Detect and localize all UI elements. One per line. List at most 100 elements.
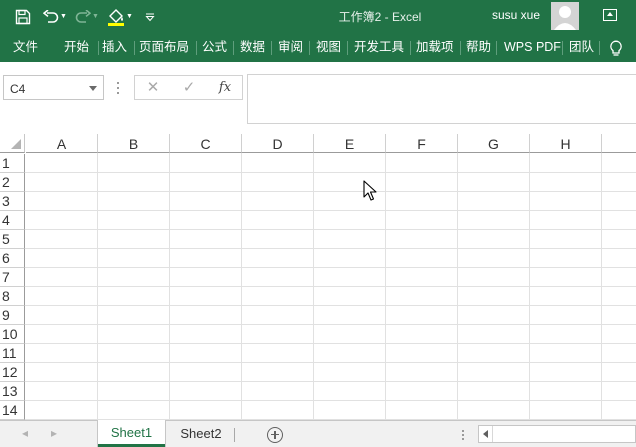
- lightbulb-icon[interactable]: [609, 40, 623, 57]
- tab-divider: [98, 41, 99, 55]
- column-header-h[interactable]: H: [530, 134, 602, 153]
- gridline: [25, 305, 636, 306]
- column-header-f[interactable]: F: [386, 134, 458, 153]
- redo-icon: [75, 9, 92, 23]
- gridline: [25, 362, 636, 363]
- undo-dropdown-icon[interactable]: ▼: [60, 13, 67, 20]
- save-button[interactable]: [8, 0, 38, 33]
- tab-formulas[interactable]: 公式: [202, 33, 227, 62]
- tab-view[interactable]: 视图: [316, 33, 341, 62]
- row-header[interactable]: 11: [0, 344, 25, 363]
- select-all-triangle-icon: [11, 139, 21, 149]
- row-header[interactable]: 9: [0, 306, 25, 325]
- row-header[interactable]: 10: [0, 325, 25, 344]
- column-header-c[interactable]: C: [170, 134, 242, 153]
- horizontal-scrollbar[interactable]: [478, 425, 636, 443]
- column-header-a[interactable]: A: [26, 134, 98, 153]
- row-header[interactable]: 7: [0, 268, 25, 287]
- tab-wps-pdf[interactable]: WPS PDF: [504, 33, 561, 62]
- row-header[interactable]: 3: [0, 192, 25, 211]
- user-avatar-icon: [554, 6, 576, 30]
- gridline: [25, 210, 636, 211]
- confirm-entry-button[interactable]: ✓: [177, 78, 201, 98]
- gridline: [529, 153, 530, 420]
- tab-team[interactable]: 团队: [569, 33, 594, 62]
- name-box[interactable]: C4: [3, 75, 104, 100]
- gridline: [25, 248, 636, 249]
- redo-button[interactable]: ▼: [72, 0, 102, 33]
- save-icon: [15, 9, 31, 24]
- tab-page-layout[interactable]: 页面布局: [139, 33, 189, 62]
- worksheet-grid[interactable]: A B C D E F G H 1 2 3 4 5 6 7 8 9 10 11 …: [0, 134, 636, 420]
- row-header[interactable]: 14: [0, 401, 25, 420]
- formula-input[interactable]: [247, 74, 636, 124]
- row-header[interactable]: 8: [0, 287, 25, 306]
- undo-button[interactable]: ▼: [40, 0, 70, 33]
- gridline: [313, 153, 314, 420]
- user-name[interactable]: susu xue: [492, 8, 540, 22]
- scroll-left-arrow-icon[interactable]: [479, 426, 493, 442]
- tab-home[interactable]: 开始: [64, 33, 89, 62]
- sheet-tab-bar: ◂ ▸ Sheet1 Sheet2: [0, 420, 636, 447]
- tab-divider: [134, 41, 135, 55]
- tab-data[interactable]: 数据: [240, 33, 265, 62]
- ribbon-display-options-icon[interactable]: [603, 9, 617, 21]
- tab-divider: [271, 41, 272, 55]
- sheet-tab-divider: [234, 428, 235, 442]
- tab-add-ins[interactable]: 加载项: [416, 33, 454, 62]
- tab-divider: [496, 41, 497, 55]
- gridline: [169, 153, 170, 420]
- row-header[interactable]: 5: [0, 230, 25, 249]
- title-bar: ▼ ▼ ▼ 工作簿2 - Excel susu xue: [0, 0, 636, 33]
- row-header[interactable]: 13: [0, 382, 25, 401]
- scrollbar-resize-handle[interactable]: [462, 430, 464, 442]
- row-header[interactable]: 1: [0, 154, 25, 173]
- column-header-d[interactable]: D: [242, 134, 314, 153]
- fill-color-button[interactable]: ▼: [104, 0, 136, 33]
- column-header-g[interactable]: G: [458, 134, 530, 153]
- column-header-b[interactable]: B: [98, 134, 170, 153]
- tab-help[interactable]: 帮助: [466, 33, 491, 62]
- tab-insert[interactable]: 插入: [102, 33, 127, 62]
- gridline: [385, 153, 386, 420]
- mouse-pointer-icon: [363, 180, 377, 201]
- insert-function-button[interactable]: fx: [213, 78, 237, 98]
- scroll-tabs-right-button[interactable]: ▸: [51, 426, 57, 440]
- row-header[interactable]: 2: [0, 173, 25, 192]
- tab-developer[interactable]: 开发工具: [354, 33, 404, 62]
- customize-qat-button[interactable]: [138, 0, 162, 33]
- tab-divider: [599, 41, 600, 55]
- select-all-button[interactable]: [0, 134, 25, 153]
- ribbon-tabs: 文件 开始 插入 页面布局 公式 数据 审阅 视图 开发工具 加载项 帮助 WP…: [0, 33, 636, 62]
- window-title: 工作簿2 - Excel: [338, 10, 422, 24]
- row-header[interactable]: 4: [0, 211, 25, 230]
- tab-divider: [562, 41, 563, 55]
- redo-dropdown-icon[interactable]: ▼: [92, 13, 99, 20]
- avatar[interactable]: [551, 2, 579, 30]
- gridline: [25, 400, 636, 401]
- column-header-partial[interactable]: [602, 134, 636, 153]
- sheet-tab-sheet1[interactable]: Sheet1: [98, 420, 165, 447]
- gridline: [25, 286, 636, 287]
- tab-divider: [196, 41, 197, 55]
- formula-bar-resize-handle[interactable]: [117, 82, 119, 94]
- chevron-down-icon[interactable]: [89, 86, 97, 91]
- scroll-tabs-left-button[interactable]: ◂: [22, 426, 28, 440]
- gridline: [25, 191, 636, 192]
- row-header[interactable]: 6: [0, 249, 25, 268]
- add-sheet-icon[interactable]: [267, 427, 283, 443]
- sheet-tab-sheet2[interactable]: Sheet2: [169, 420, 233, 447]
- tab-review[interactable]: 审阅: [278, 33, 303, 62]
- tab-divider: [233, 41, 234, 55]
- gridline: [25, 343, 636, 344]
- column-header-e[interactable]: E: [314, 134, 386, 153]
- gridline: [241, 153, 242, 420]
- customize-qat-icon: [145, 13, 155, 21]
- fill-color-dropdown-icon[interactable]: ▼: [126, 13, 133, 20]
- gridline: [25, 229, 636, 230]
- gridline: [601, 153, 602, 420]
- cancel-entry-button[interactable]: ✕: [141, 78, 165, 98]
- row-header[interactable]: 12: [0, 363, 25, 382]
- gridline: [25, 324, 636, 325]
- tab-file[interactable]: 文件: [13, 33, 38, 62]
